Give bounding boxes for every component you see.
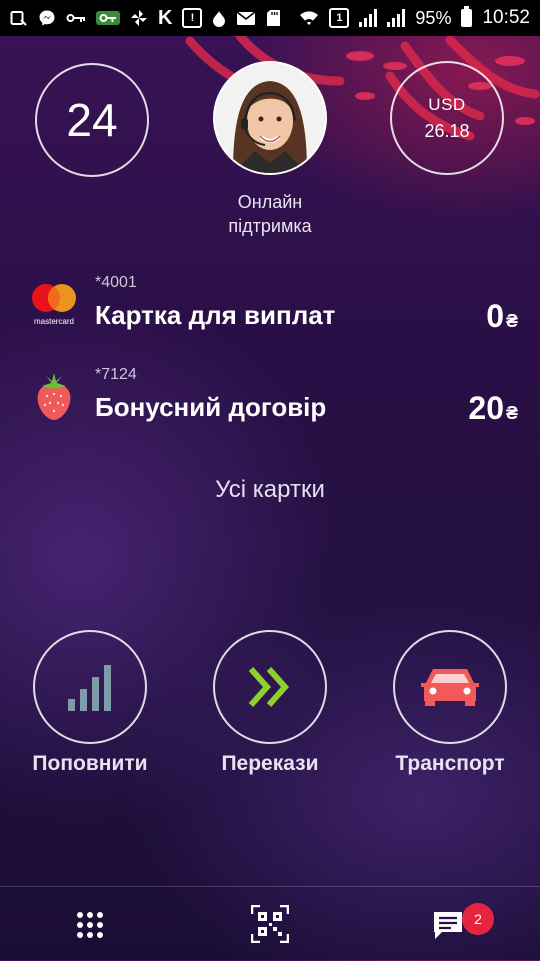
sim-1-icon: 1: [329, 8, 350, 28]
online-support-label[interactable]: Онлайн підтримка: [170, 190, 370, 238]
transfers-button[interactable]: [213, 630, 327, 744]
signal-icon: [359, 9, 378, 27]
card-row-payout[interactable]: mastercard *4001 Картка для виплат 0 ₴: [0, 274, 540, 344]
days-value: 24: [66, 94, 118, 146]
k-icon: K: [158, 7, 173, 29]
messenger-icon: [38, 9, 56, 27]
transport-button[interactable]: [393, 630, 507, 744]
card-amount-value: 20: [468, 390, 504, 426]
currency-rate-widget[interactable]: USD 26.18: [390, 61, 504, 175]
qr-scan-button[interactable]: [250, 904, 290, 948]
qr-code-icon: [250, 904, 290, 944]
action-transfers[interactable]: Перекази: [190, 630, 350, 776]
support-avatar-button[interactable]: [213, 61, 327, 175]
double-chevron-right-icon: [248, 667, 290, 707]
grid-menu-button[interactable]: [76, 911, 104, 944]
status-bar-system: 1 95% 10:52: [299, 6, 530, 29]
all-cards-link[interactable]: Усі картки: [170, 476, 370, 504]
signal-bars-icon: [68, 665, 111, 711]
pinwheel-icon: [130, 9, 148, 27]
days-counter[interactable]: 24: [35, 63, 149, 177]
card-mask: *4001: [95, 274, 137, 291]
signal-icon-2: [387, 9, 406, 27]
card-amount-value: 0: [486, 298, 504, 334]
card-name: Картка для виплат: [95, 300, 336, 330]
card-row-bonus[interactable]: *7124 Бонусний договір 20 ₴: [0, 366, 540, 436]
action-top-up[interactable]: Поповнити: [10, 630, 170, 776]
support-label-line2: підтримка: [228, 216, 312, 236]
strawberry-icon: [34, 370, 74, 427]
currency-rate: 26.18: [424, 120, 470, 141]
action-label: Транспорт: [395, 752, 505, 775]
action-label: Поповнити: [32, 752, 148, 775]
card-mask: *7124: [95, 366, 137, 383]
bottom-navigation: 2: [0, 886, 540, 961]
key-icon: [66, 12, 86, 24]
top-up-button[interactable]: [33, 630, 147, 744]
mastercard-brand-text: mastercard: [34, 317, 74, 326]
mail-icon: [236, 10, 256, 26]
mastercard-icon: mastercard: [26, 280, 82, 331]
support-agent-avatar: [215, 63, 325, 173]
battery-icon: [461, 6, 473, 27]
chat-icon: [434, 912, 462, 939]
currency-code: USD: [428, 94, 466, 114]
wifi-icon: [299, 9, 319, 27]
status-bar: K ! 1 95% 10:52: [0, 0, 540, 36]
screen-icon: [10, 9, 28, 27]
key-green-icon: [96, 11, 120, 25]
clock: 10:52: [482, 7, 530, 28]
action-label: Перекази: [221, 752, 319, 775]
card-name: Бонусний договір: [95, 392, 327, 422]
card-balance: 20 ₴: [468, 390, 518, 427]
card-balance: 0 ₴: [486, 298, 518, 335]
car-icon: [421, 669, 479, 706]
action-transport[interactable]: Транспорт: [370, 630, 530, 776]
support-label-line1: Онлайн: [237, 192, 303, 212]
battery-percent: 95%: [415, 7, 452, 28]
status-bar-notifications: K !: [10, 8, 281, 28]
unread-badge: 2: [462, 903, 494, 935]
hryvnia-symbol: ₴: [505, 311, 518, 331]
grid-menu-icon: [77, 912, 103, 938]
hryvnia-symbol: ₴: [505, 403, 518, 423]
alert-box-icon: !: [182, 8, 203, 28]
drop-icon: [212, 9, 226, 27]
chat-button[interactable]: 2: [432, 903, 494, 946]
sd-card-icon: [266, 9, 281, 27]
